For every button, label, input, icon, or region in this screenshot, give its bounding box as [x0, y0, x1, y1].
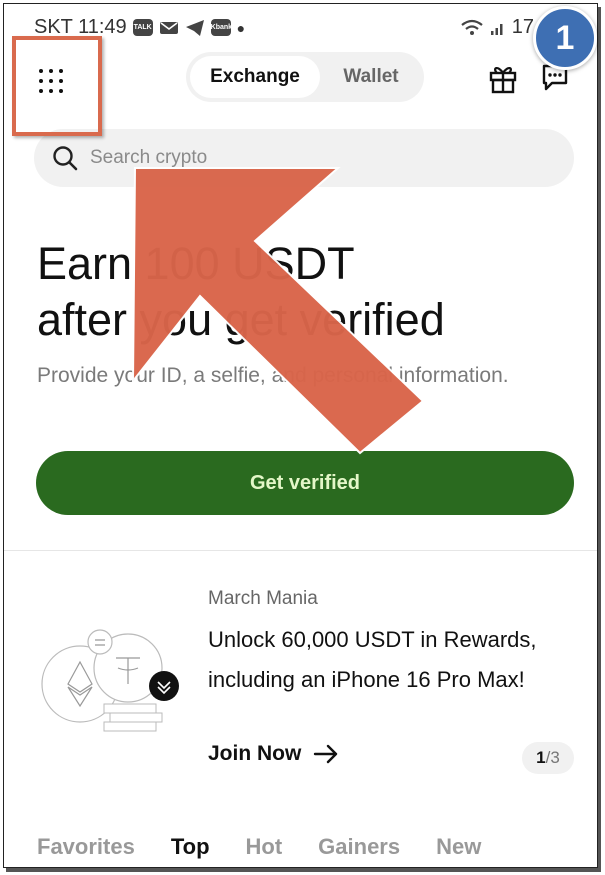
talk-app-icon: TALK [132, 19, 153, 36]
carousel-pager: 1/3 [522, 742, 574, 774]
step-number-badge: 1 [533, 6, 597, 70]
hero-title-line-1: Earn 100 USDT [37, 238, 355, 289]
more-dot-icon: ● [236, 19, 246, 36]
kbank-app-icon: Kbank [210, 19, 232, 36]
section-divider [4, 550, 597, 551]
join-now-label: Join Now [208, 742, 302, 765]
exchange-wallet-switch: Exchange Wallet [186, 52, 424, 102]
pager-current: 1 [536, 748, 546, 767]
hero-subtitle: Provide your ID, a selfie, and personal … [37, 364, 509, 387]
pager-total: /3 [545, 748, 560, 767]
tab-wallet[interactable]: Wallet [322, 56, 420, 98]
tab-gainers[interactable]: Gainers [318, 834, 400, 860]
tab-top[interactable]: Top [171, 834, 210, 860]
gift-icon[interactable] [488, 62, 518, 94]
tab-new[interactable]: New [436, 834, 481, 860]
phone-screen: SKT 11:49 TALK Kbank ● 17 Exchange Walle… [3, 3, 598, 868]
search-input[interactable] [88, 146, 512, 170]
tab-exchange[interactable]: Exchange [190, 56, 320, 98]
mail-icon [159, 21, 178, 34]
market-tabs: Favorites Top Hot Gainers New [37, 834, 481, 860]
hero-title-line-2: after you get verified [37, 294, 445, 345]
wifi-icon [461, 19, 483, 35]
promo-text: Unlock 60,000 USDT in Rewards, including… [208, 627, 537, 692]
battery-level: 17 [511, 16, 534, 38]
telegram-icon [185, 19, 204, 36]
promo-illustration [41, 629, 179, 732]
search-bar[interactable] [34, 129, 574, 187]
arrow-right-icon [314, 744, 338, 764]
tab-hot[interactable]: Hot [246, 834, 283, 860]
status-bar: SKT 11:49 TALK Kbank ● 17 [34, 16, 574, 44]
tab-favorites[interactable]: Favorites [37, 834, 135, 860]
join-now-button[interactable]: Join Now [208, 742, 339, 766]
search-icon [53, 146, 78, 171]
promo-tag: March Mania [208, 588, 318, 609]
get-verified-button[interactable]: Get verified [36, 451, 574, 515]
highlight-box [12, 36, 102, 136]
signal-icon [490, 23, 503, 35]
hero-title: Earn 100 USDT after you get verified [37, 236, 577, 348]
